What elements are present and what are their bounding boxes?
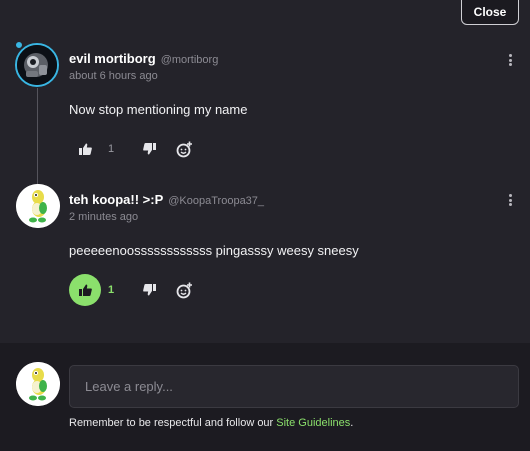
thumbs-up-icon: [78, 284, 92, 296]
koopa-avatar[interactable]: [16, 184, 60, 228]
close-button[interactable]: Close: [461, 0, 519, 25]
thread-connector-line: [37, 88, 38, 184]
author-name[interactable]: evil mortiborg: [69, 51, 156, 66]
current-user-avatar: [16, 362, 60, 406]
guidelines-suffix: .: [350, 417, 354, 429]
add-reaction-button[interactable]: [175, 140, 193, 158]
add-reaction-button[interactable]: [175, 281, 193, 299]
more-options-icon[interactable]: [506, 192, 514, 208]
author-name[interactable]: teh koopa!! >:P: [69, 192, 163, 207]
author-handle[interactable]: @KoopaTroopa37_: [168, 195, 264, 207]
comment-text: peeeeenoossssssssssss pingasssy weesy sn…: [69, 243, 359, 258]
avatar-status-dot: [14, 40, 24, 50]
comment-timestamp: about 6 hours ago: [69, 70, 158, 82]
thumbs-down-icon: [142, 143, 156, 155]
like-button-active[interactable]: [69, 274, 101, 306]
like-count: 1: [108, 284, 115, 296]
author-handle[interactable]: @mortiborg: [161, 54, 219, 66]
emoji-add-icon: [176, 282, 192, 298]
like-count: 1: [108, 143, 115, 155]
robot-avatar[interactable]: [15, 43, 59, 87]
site-guidelines-link[interactable]: Site Guidelines: [276, 417, 350, 429]
author-line: evil mortiborg @mortiborg: [69, 51, 218, 66]
guidelines-note: Remember to be respectful and follow our…: [69, 417, 353, 429]
comment-timestamp: 2 minutes ago: [69, 211, 139, 223]
like-button[interactable]: [77, 141, 93, 157]
author-line: teh koopa!! >:P @KoopaTroopa37_: [69, 192, 264, 207]
emoji-add-icon: [176, 141, 192, 157]
more-options-icon[interactable]: [506, 52, 514, 68]
dislike-button[interactable]: [141, 141, 157, 157]
reply-input[interactable]: [69, 365, 519, 408]
thumbs-down-icon: [142, 284, 156, 296]
thumbs-up-icon: [78, 143, 92, 155]
guidelines-prefix: Remember to be respectful and follow our: [69, 417, 277, 429]
comment-text: Now stop mentioning my name: [69, 102, 248, 117]
dislike-button[interactable]: [141, 282, 157, 298]
